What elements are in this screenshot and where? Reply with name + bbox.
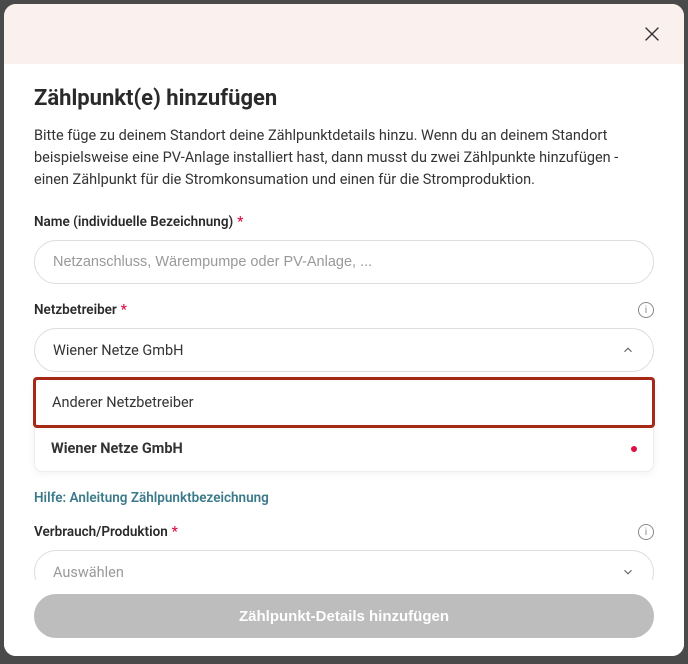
required-mark: * — [172, 524, 178, 540]
field-consumption: Verbrauch/Produktion * i Auswählen — [34, 524, 654, 580]
field-name: Name (individuelle Bezeichnung) * — [34, 214, 654, 284]
operator-dropdown: Anderer Netzbetreiber Wiener Netze GmbH — [34, 378, 654, 472]
dropdown-option-other[interactable]: Anderer Netzbetreiber — [33, 377, 655, 428]
name-input[interactable] — [34, 240, 654, 284]
dropdown-option-label: Wiener Netze GmbH — [51, 440, 183, 457]
consumption-label: Verbrauch/Produktion * — [34, 524, 654, 540]
consumption-label-text: Verbrauch/Produktion — [34, 524, 168, 540]
dropdown-option-wiener[interactable]: Wiener Netze GmbH — [35, 426, 653, 471]
name-label-text: Name (individuelle Bezeichnung) — [34, 214, 233, 230]
chevron-down-icon — [621, 565, 635, 579]
consumption-placeholder: Auswählen — [53, 564, 621, 580]
operator-label: Netzbetreiber * — [34, 302, 654, 318]
modal-body: Zählpunkt(e) hinzufügen Bitte füge zu de… — [4, 64, 684, 580]
consumption-select[interactable]: Auswählen — [34, 550, 654, 580]
submit-button[interactable]: Zählpunkt-Details hinzufügen — [34, 594, 654, 638]
name-label: Name (individuelle Bezeichnung) * — [34, 214, 654, 230]
modal-title: Zählpunkt(e) hinzufügen — [34, 86, 654, 111]
modal-header — [4, 4, 684, 64]
selected-indicator-icon — [631, 446, 637, 452]
operator-select[interactable]: Wiener Netze GmbH — [34, 328, 654, 372]
operator-selected-value: Wiener Netze GmbH — [53, 342, 621, 359]
modal-footer: Zählpunkt-Details hinzufügen — [4, 580, 684, 656]
close-button[interactable] — [640, 22, 664, 46]
help-link[interactable]: Hilfe: Anleitung Zählpunktbezeichnung — [34, 490, 654, 506]
required-mark: * — [237, 214, 243, 230]
field-operator: Netzbetreiber * i Wiener Netze GmbH Ande… — [34, 302, 654, 472]
modal-description: Bitte füge zu deinem Standort deine Zähl… — [34, 125, 654, 190]
chevron-up-icon — [621, 343, 635, 357]
modal-dialog: Zählpunkt(e) hinzufügen Bitte füge zu de… — [4, 4, 684, 656]
required-mark: * — [121, 302, 127, 318]
close-icon — [641, 23, 663, 45]
operator-label-text: Netzbetreiber — [34, 302, 117, 318]
